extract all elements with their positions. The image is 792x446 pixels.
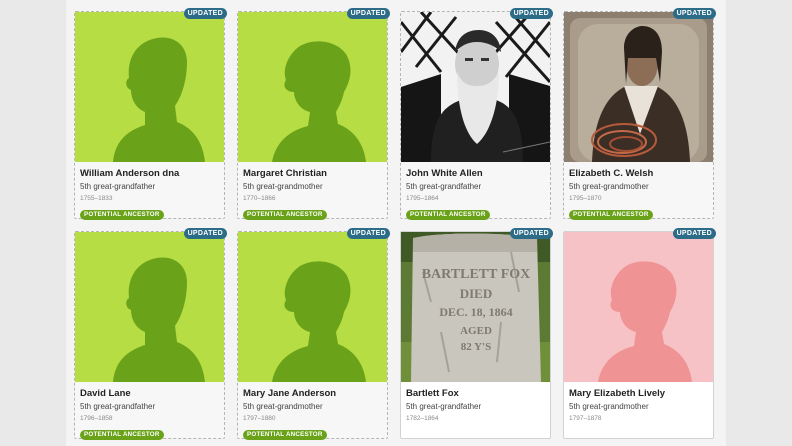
updated-badge: UPDATED — [183, 8, 227, 19]
ancestor-grid: UPDATED William Anderson dna 5th great-g… — [74, 8, 716, 440]
female-silhouette-icon — [238, 232, 387, 382]
ancestor-card[interactable]: UPDATED William Anderson dna 5th great-g… — [74, 8, 227, 220]
updated-badge: UPDATED — [346, 8, 390, 19]
ancestor-name: Mary Jane Anderson — [243, 388, 337, 399]
relationship-label: 5th great-grandmother — [569, 402, 649, 411]
potential-ancestor-badge: POTENTIAL ANCESTOR — [80, 210, 164, 220]
life-dates: 1797–1880 — [243, 415, 276, 422]
relationship-label: 5th great-grandmother — [243, 182, 323, 191]
life-dates: 1797–1878 — [569, 415, 602, 422]
ancestor-card[interactable]: UPDATED BARTLETT FOX DIED DEC. 18, 1864 … — [400, 228, 553, 439]
relationship-label: 5th great-grandfather — [80, 402, 156, 411]
ancestor-name: William Anderson dna — [80, 168, 180, 179]
ancestor-name: David Lane — [80, 388, 131, 399]
relationship-label: 5th great-grandfather — [406, 402, 482, 411]
life-dates: 1795–1870 — [569, 195, 602, 202]
potential-ancestor-badge: POTENTIAL ANCESTOR — [243, 430, 327, 440]
gravestone-photo: BARTLETT FOX DIED DEC. 18, 1864 AGED 82 … — [401, 232, 550, 382]
gravestone-line-5: 82 Y'S — [461, 341, 491, 353]
life-dates: 1782–1864 — [406, 415, 439, 422]
female-silhouette-icon — [238, 12, 387, 162]
relationship-label: 5th great-grandfather — [80, 182, 156, 191]
female-silhouette-pink-icon — [564, 232, 713, 382]
ancestor-name: Elizabeth C. Welsh — [569, 168, 654, 179]
potential-ancestor-badge: POTENTIAL ANCESTOR — [569, 210, 653, 220]
gravestone-line-1: BARTLETT FOX — [422, 267, 531, 282]
gravestone-line-4: AGED — [460, 325, 492, 337]
ancestor-card[interactable]: UPDATED Elizabeth C. Welsh 5th great-gra… — [563, 8, 716, 220]
tintype-woman-photo — [564, 12, 713, 162]
ancestor-card[interactable]: UPDATED Mary Elizabeth Lively 5th great-… — [563, 228, 716, 439]
updated-badge: UPDATED — [346, 228, 390, 239]
ancestor-card[interactable]: UPDATED John White Allen 5th great-grand… — [400, 8, 553, 220]
updated-badge: UPDATED — [509, 228, 553, 239]
life-dates: 1770–1866 — [243, 195, 276, 202]
relationship-label: 5th great-grandmother — [243, 402, 323, 411]
ancestor-name: Mary Elizabeth Lively — [569, 388, 666, 399]
male-silhouette-icon — [75, 12, 224, 162]
ancestor-name: John White Allen — [406, 168, 483, 179]
ancestor-name: Margaret Christian — [243, 168, 327, 179]
ancestor-name: Bartlett Fox — [406, 388, 459, 399]
ancestor-card[interactable]: UPDATED Mary Jane Anderson 5th great-gra… — [237, 228, 390, 440]
ancestor-card[interactable]: UPDATED Margaret Christian 5th great-gra… — [237, 8, 390, 220]
life-dates: 1796–1858 — [80, 415, 113, 422]
potential-ancestor-badge: POTENTIAL ANCESTOR — [80, 430, 164, 440]
ancestor-card[interactable]: UPDATED David Lane 5th great-grandfather… — [74, 228, 227, 440]
life-dates: 1795–1864 — [406, 195, 439, 202]
life-dates: 1755–1833 — [80, 195, 113, 202]
gravestone-line-3: DEC. 18, 1864 — [439, 305, 512, 319]
updated-badge: UPDATED — [672, 8, 716, 19]
bearded-man-photo — [401, 12, 550, 162]
relationship-label: 5th great-grandfather — [406, 182, 482, 191]
relationship-label: 5th great-grandmother — [569, 182, 649, 191]
potential-ancestor-badge: POTENTIAL ANCESTOR — [406, 210, 490, 220]
updated-badge: UPDATED — [672, 228, 716, 239]
updated-badge: UPDATED — [183, 228, 227, 239]
updated-badge: UPDATED — [509, 8, 553, 19]
gravestone-line-2: DIED — [460, 286, 493, 301]
male-silhouette-icon — [75, 232, 224, 382]
potential-ancestor-badge: POTENTIAL ANCESTOR — [243, 210, 327, 220]
